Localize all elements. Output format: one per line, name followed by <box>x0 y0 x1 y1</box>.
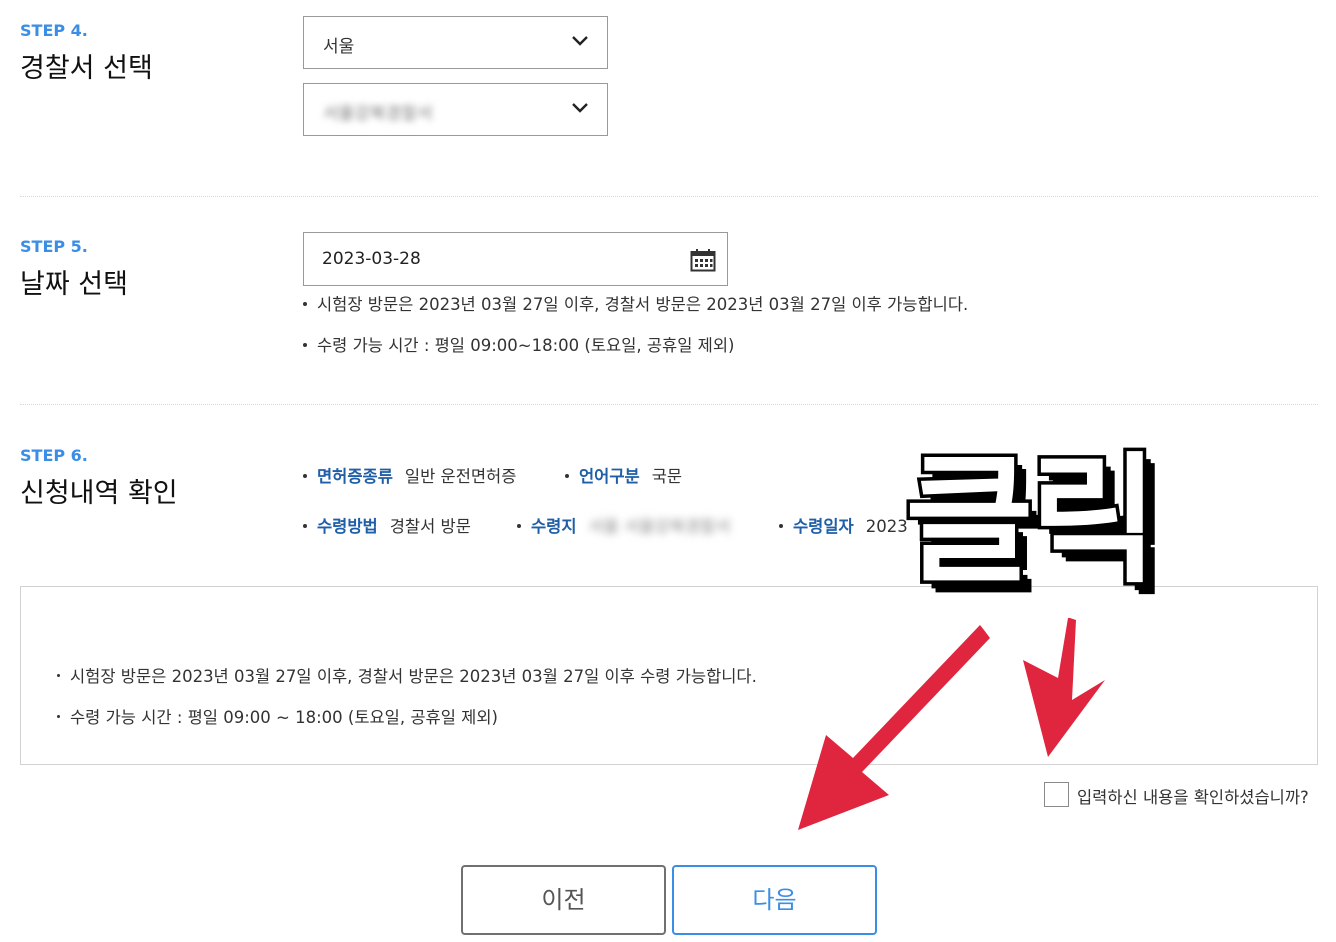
date-note-1: 시험장 방문은 2023년 03월 27일 이후, 경찰서 방문은 2023년 … <box>303 291 968 315</box>
date-note-2: 수령 가능 시간 : 평일 09:00~18:00 (토요일, 공휴일 제외) <box>303 332 734 356</box>
step6-title: 신청내역 확인 <box>20 478 178 509</box>
date-input[interactable]: 2023-03-28 <box>303 232 728 286</box>
step4-title: 경찰서 선택 <box>20 53 153 84</box>
section-divider <box>20 404 1318 405</box>
summary-language: 언어구분 국문 <box>565 463 682 487</box>
notice-line-2: 수령 가능 시간 : 평일 09:00 ~ 18:00 (토요일, 공휴일 제외… <box>57 704 498 728</box>
region-select[interactable]: 서울 <box>303 16 608 69</box>
section-divider <box>20 196 1318 197</box>
step4-label: STEP 4. <box>20 21 88 40</box>
date-input-value: 2023-03-28 <box>322 249 421 269</box>
summary-place: 수령지 서울 서울강북경찰서 <box>517 513 730 537</box>
notice-line-1: 시험장 방문은 2023년 03월 27일 이후, 경찰서 방문은 2023년 … <box>57 663 757 687</box>
summary-method: 수령방법 경찰서 방문 <box>303 513 471 537</box>
step5-title: 날짜 선택 <box>20 269 128 300</box>
station-select-value: 서울강북경찰서 <box>323 104 433 124</box>
step6-label: STEP 6. <box>20 446 88 465</box>
notice-box: 시험장 방문은 2023년 03월 27일 이후, 경찰서 방문은 2023년 … <box>20 586 1318 765</box>
summary-license-type: 면허증종류 일반 운전면허증 <box>303 463 516 487</box>
prev-button[interactable]: 이전 <box>461 865 666 935</box>
region-select-value: 서울 <box>323 37 355 57</box>
confirm-checkbox-label[interactable]: 입력하신 내용을 확인하셨습니까? <box>1077 784 1309 808</box>
click-annotation-text: 클릭 <box>902 440 1163 603</box>
confirm-checkbox[interactable] <box>1044 782 1069 807</box>
chevron-down-icon <box>572 36 588 46</box>
summary-date: 수령일자 2023 <box>779 513 908 537</box>
chevron-down-icon <box>572 103 588 113</box>
step5-label: STEP 5. <box>20 237 88 256</box>
station-select[interactable]: 서울강북경찰서 <box>303 83 608 136</box>
calendar-icon[interactable] <box>690 248 716 272</box>
next-button[interactable]: 다음 <box>672 865 877 935</box>
